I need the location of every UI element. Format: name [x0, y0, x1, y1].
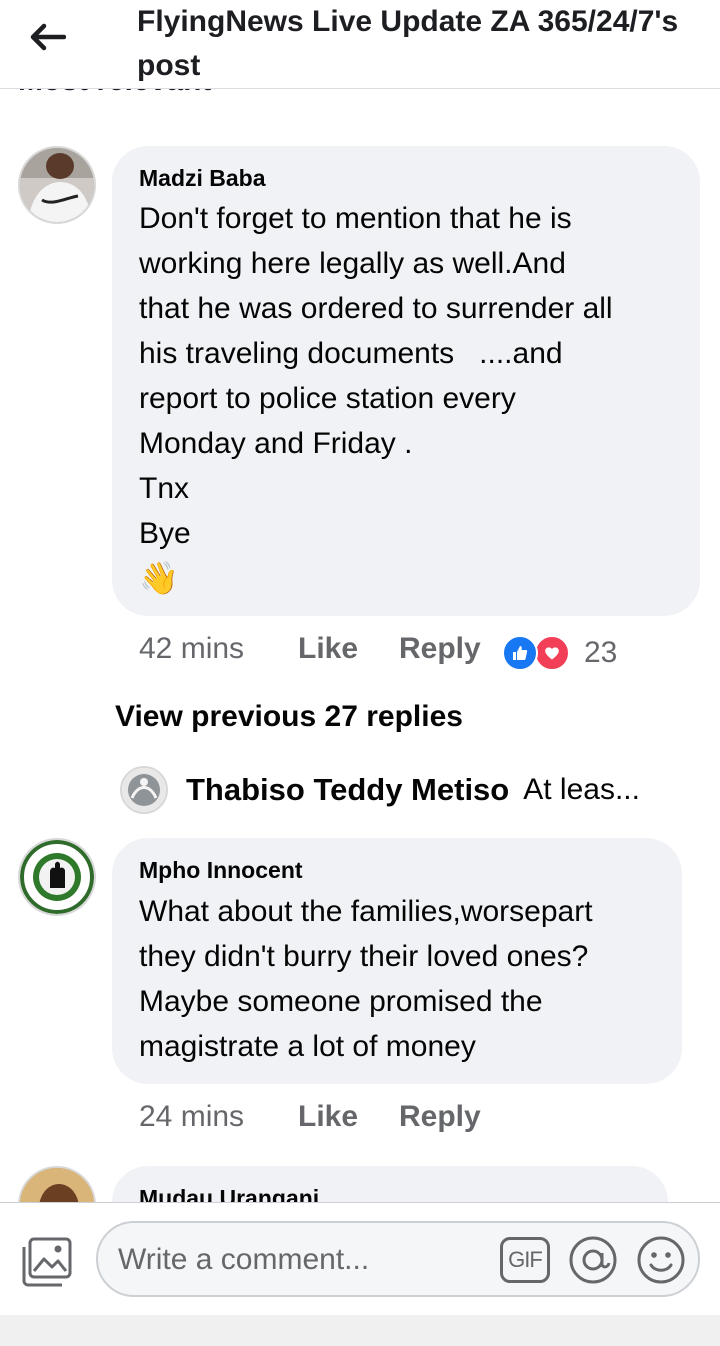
photo-icon — [22, 1237, 72, 1287]
waving-hand-emoji: 👋 — [139, 560, 179, 596]
reply-author[interactable]: Thabiso Teddy Metiso — [186, 772, 509, 808]
comment-composer: GIF — [0, 1202, 720, 1315]
comment-line: they didn't burry their loved ones? — [139, 940, 589, 973]
profile-photo — [122, 768, 166, 812]
comment-line: What about the families,worsepart — [139, 895, 593, 928]
reply-snippet: At leas... — [523, 773, 640, 806]
at-sign-icon — [569, 1236, 617, 1284]
avatar[interactable] — [18, 146, 96, 224]
view-previous-replies-link[interactable]: View previous 27 replies — [115, 700, 463, 734]
comment-line: report to police station every — [139, 382, 516, 415]
page-title: FlyingNews Live Update ZA 365/24/7's pos… — [137, 5, 679, 82]
love-icon — [534, 635, 570, 671]
reply-button[interactable]: Reply — [399, 1100, 481, 1134]
comment-line: Maybe someone promised the — [139, 985, 543, 1018]
comment-line: Tnx — [139, 472, 190, 505]
reaction-count: 23 — [584, 636, 618, 669]
avatar[interactable] — [120, 766, 168, 814]
comment-line: magistrate a lot of money — [139, 1030, 476, 1063]
comment-line: that he was ordered to surrender all — [139, 292, 613, 325]
post-header: FlyingNews Live Update ZA 365/24/7's pos… — [0, 0, 720, 89]
like-button[interactable]: Like — [298, 1100, 358, 1134]
reply-button[interactable]: Reply — [399, 632, 481, 666]
smiley-icon — [637, 1236, 685, 1284]
reply-preview[interactable]: Thabiso Teddy Metiso At leas... — [120, 766, 700, 814]
back-button[interactable] — [24, 14, 70, 60]
comment-author[interactable]: Mpho Innocent — [139, 857, 303, 884]
profile-photo — [20, 148, 94, 222]
comment-line: Monday and Friday . — [139, 427, 413, 460]
comment-time[interactable]: 24 mins — [139, 1100, 244, 1134]
gif-icon: GIF — [508, 1247, 543, 1272]
mention-button[interactable] — [568, 1235, 618, 1285]
like-button[interactable]: Like — [298, 632, 358, 666]
comment-time[interactable]: 42 mins — [139, 632, 244, 666]
like-icon — [502, 635, 538, 671]
comment-line: working here legally as well.And — [139, 247, 566, 280]
profile-photo — [20, 840, 94, 914]
comment-input[interactable] — [116, 1223, 490, 1297]
reactions-summary[interactable]: 23 — [502, 635, 617, 671]
emoji-button[interactable] — [636, 1235, 686, 1285]
arrow-left-icon — [30, 23, 66, 51]
photo-button[interactable] — [20, 1235, 74, 1287]
comment-line: his traveling documents ....and — [139, 337, 563, 370]
comment-author[interactable]: Madzi Baba — [139, 165, 266, 192]
comment-line: Don't forget to mention that he is — [139, 202, 572, 235]
comment-field[interactable]: GIF — [96, 1221, 700, 1297]
avatar[interactable] — [18, 838, 96, 916]
gif-button[interactable]: GIF — [500, 1237, 550, 1283]
comment-line: Bye — [139, 517, 191, 550]
system-nav-bar — [0, 1314, 720, 1346]
